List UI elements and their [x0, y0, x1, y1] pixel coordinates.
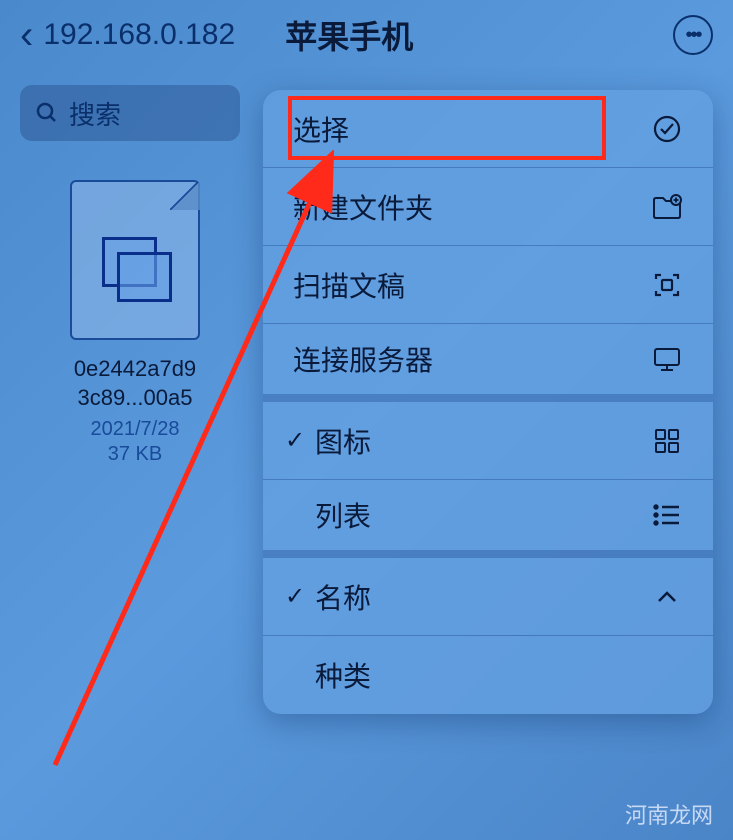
file-thumbnail	[70, 180, 200, 340]
scan-icon	[651, 269, 683, 301]
menu-label: 连接服务器	[293, 339, 651, 379]
menu-label: 新建文件夹	[293, 187, 651, 227]
search-bar[interactable]: 搜索	[20, 85, 240, 141]
checkmark-circle-icon	[651, 113, 683, 145]
menu-item-sort-kind[interactable]: 种类	[263, 636, 713, 714]
back-chevron-icon[interactable]: ‹	[20, 13, 33, 58]
list-icon	[651, 499, 683, 531]
folder-plus-icon	[651, 191, 683, 223]
watermark: 河南龙网	[625, 798, 713, 830]
check-icon: ✓	[285, 582, 315, 611]
file-date: 2021/7/28	[35, 418, 235, 441]
file-name: 0e2442a7d9 3c89...00a5	[35, 355, 235, 412]
nav-title: 苹果手机	[285, 12, 413, 58]
chevron-up-icon	[651, 581, 683, 613]
menu-label: 名称	[315, 577, 651, 617]
menu-item-icon-view[interactable]: ✓ 图标	[263, 402, 713, 480]
menu-label: 种类	[293, 655, 683, 695]
search-icon	[35, 101, 59, 125]
menu-item-sort-name[interactable]: ✓ 名称	[263, 558, 713, 636]
nav-bar: ‹ 192.168.0.182 苹果手机 •••	[0, 0, 733, 70]
more-menu-button[interactable]: •••	[673, 15, 713, 55]
menu-item-new-folder[interactable]: 新建文件夹	[263, 168, 713, 246]
menu-label: 列表	[293, 495, 651, 535]
menu-item-list-view[interactable]: 列表	[263, 480, 713, 558]
search-placeholder: 搜索	[69, 95, 121, 132]
menu-label: 图标	[315, 421, 651, 461]
file-item[interactable]: 0e2442a7d9 3c89...00a5 2021/7/28 37 KB	[35, 180, 235, 466]
menu-item-connect-server[interactable]: 连接服务器	[263, 324, 713, 402]
menu-label: 选择	[293, 109, 651, 149]
display-icon	[651, 343, 683, 375]
menu-item-scan[interactable]: 扫描文稿	[263, 246, 713, 324]
menu-item-select[interactable]: 选择	[263, 90, 713, 168]
context-menu: 选择 新建文件夹 扫描文稿 连接服务器	[263, 90, 713, 714]
menu-label: 扫描文稿	[293, 265, 651, 305]
check-icon: ✓	[285, 426, 315, 455]
grid-icon	[651, 425, 683, 457]
file-size: 37 KB	[35, 443, 235, 466]
ellipsis-icon: •••	[685, 24, 700, 47]
nav-back-label[interactable]: 192.168.0.182	[43, 18, 235, 52]
